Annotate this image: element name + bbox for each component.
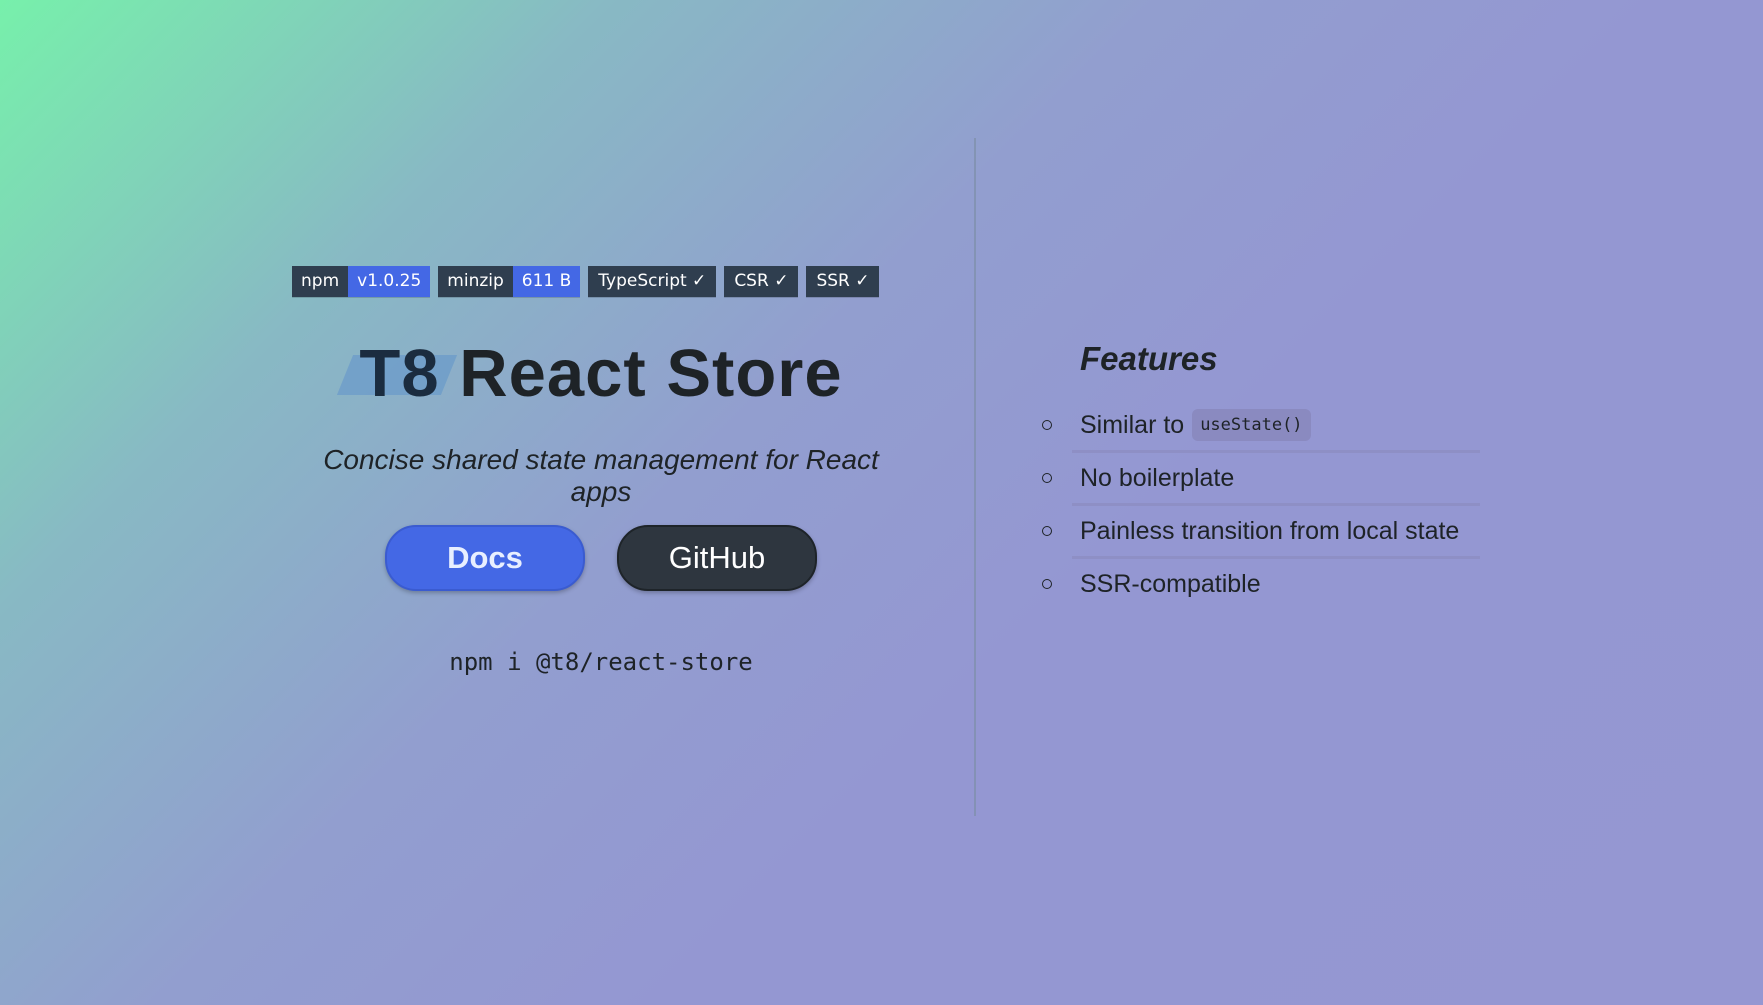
bullet-icon: [1042, 526, 1052, 536]
badge-label: npm: [292, 266, 349, 297]
list-item: Painless transition from local state: [1042, 506, 1480, 559]
docs-button[interactable]: Docs: [385, 525, 585, 591]
title-wrap: T8 React Store: [290, 335, 912, 412]
badge-label: SSR ✓: [806, 266, 880, 297]
list-item: No boilerplate: [1042, 453, 1480, 506]
features-heading: Features: [1080, 340, 1218, 377]
badge-ssr[interactable]: SSR ✓: [806, 266, 880, 297]
bullet-icon: [1042, 420, 1052, 430]
badge-npm[interactable]: npm v1.0.25: [292, 266, 431, 297]
page-title: T8 React Store: [337, 335, 843, 412]
hero-section: npm v1.0.25 minzip 611 B TypeScript ✓ CS…: [290, 0, 912, 1005]
badge-row: npm v1.0.25 minzip 611 B TypeScript ✓ CS…: [292, 266, 880, 297]
feature-text: Similar to: [1080, 410, 1185, 439]
github-button[interactable]: GitHub: [617, 525, 817, 591]
bullet-icon: [1042, 579, 1052, 589]
badge-csr[interactable]: CSR ✓: [724, 266, 799, 297]
title-text: React Store: [459, 336, 843, 411]
list-item: SSR-compatible: [1042, 559, 1480, 609]
feature-text: No boilerplate: [1080, 463, 1235, 492]
badge-label: CSR ✓: [724, 266, 799, 297]
badge-typescript[interactable]: TypeScript ✓: [588, 266, 717, 297]
subtitle: Concise shared state management for Reac…: [323, 444, 879, 507]
feature-text: Painless transition from local state: [1080, 516, 1460, 545]
list-item: Similar to useState(): [1042, 400, 1480, 453]
features-list: Similar to useState() No boilerplate Pai…: [1040, 400, 1480, 609]
badge-value: v1.0.25: [348, 266, 431, 297]
logo-text: T8: [359, 336, 440, 411]
button-row: Docs GitHub: [290, 525, 912, 591]
badge-label: TypeScript ✓: [588, 266, 717, 297]
feature-text: SSR-compatible: [1080, 569, 1261, 598]
badge-minzip[interactable]: minzip 611 B: [438, 266, 581, 297]
install-command[interactable]: npm i @t8/react-store: [290, 648, 912, 676]
badge-label: minzip: [438, 266, 513, 297]
feature-code: useState(): [1192, 409, 1311, 441]
badge-value: 611 B: [512, 266, 581, 297]
features-section: Features Similar to useState() No boiler…: [1040, 340, 1480, 609]
bullet-icon: [1042, 473, 1052, 483]
section-divider: [974, 138, 976, 816]
